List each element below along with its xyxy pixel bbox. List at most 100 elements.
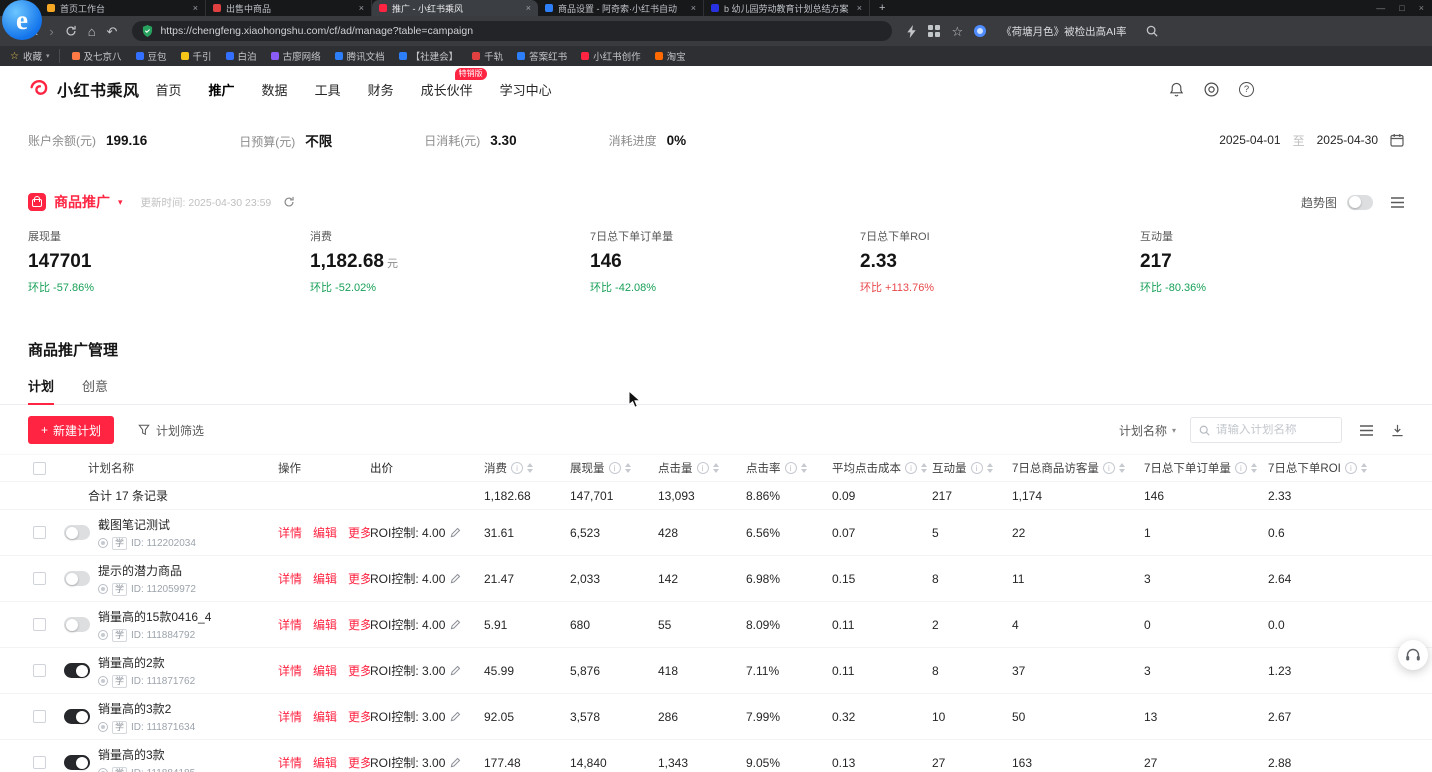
refresh-data-icon[interactable] [283,196,295,208]
search-field-selector[interactable]: 计划名称 ▾ [1119,422,1176,439]
browser-app-logo[interactable]: e [2,0,42,40]
extension-notice-text[interactable]: 《荷塘月色》被检出高AI率 [1001,24,1126,39]
bookmark-item[interactable]: 【社建会】 [392,49,466,63]
plan-status-toggle[interactable] [64,663,90,678]
notification-bell-icon[interactable] [1169,82,1184,97]
bookmark-item[interactable]: 答案红书 [510,49,574,63]
sort-icon[interactable] [1119,463,1125,473]
plan-name[interactable]: 销量高的3款 [98,746,195,763]
column-header[interactable]: 互动量 [932,460,1012,476]
chevron-down-icon[interactable]: ▾ [118,197,123,208]
plan-name[interactable]: 销量高的15款0416_4 [98,608,211,625]
undo-icon[interactable]: ↶ [107,25,118,38]
info-icon[interactable] [609,462,621,474]
detail-link[interactable]: 详情 [278,708,302,725]
row-checkbox[interactable] [33,618,46,631]
sort-icon[interactable] [625,463,631,473]
info-icon[interactable] [905,462,917,474]
row-checkbox[interactable] [33,572,46,585]
info-icon[interactable] [1235,462,1247,474]
lightning-icon[interactable] [907,25,917,38]
edit-link[interactable]: 编辑 [313,570,337,587]
info-icon[interactable] [511,462,523,474]
bookmark-item[interactable]: 及七京八 [65,49,129,63]
column-header[interactable]: 点击量 [658,460,746,476]
browser-profile-icon[interactable] [974,25,986,37]
more-link[interactable]: 更多 [348,616,370,633]
plan-search-input[interactable] [1216,424,1333,436]
column-header[interactable]: 7日总下单订单量 [1144,460,1268,476]
refresh-icon[interactable] [65,25,77,37]
apps-grid-icon[interactable] [928,25,940,37]
minimize-button[interactable]: — [1376,3,1385,13]
promo-type-selector[interactable]: 商品推广 [54,192,110,212]
detail-link[interactable]: 详情 [278,754,302,771]
more-link[interactable]: 更多 [348,754,370,771]
detail-link[interactable]: 详情 [278,524,302,541]
tab-creative[interactable]: 创意 [82,376,108,404]
nav-item[interactable]: 学习中心 [500,80,552,99]
home-icon[interactable]: ⌂ [88,25,96,38]
plan-name[interactable]: 销量高的2款 [98,654,195,671]
plan-search-box[interactable] [1190,417,1342,443]
bookmark-item[interactable]: 古廖网络 [264,49,328,63]
detail-link[interactable]: 详情 [278,662,302,679]
plan-status-toggle[interactable] [64,709,90,724]
column-header[interactable]: 7日总商品访客量 [1012,460,1144,476]
more-link[interactable]: 更多 [348,570,370,587]
detail-link[interactable]: 详情 [278,570,302,587]
new-plan-button[interactable]: + 新建计划 [28,416,114,444]
more-link[interactable]: 更多 [348,708,370,725]
sort-icon[interactable] [987,463,993,473]
trend-chart-toggle[interactable] [1347,195,1373,210]
nav-item[interactable]: 首页 [156,80,182,99]
edit-bid-icon[interactable] [450,711,461,722]
maximize-button[interactable]: □ [1399,3,1404,13]
column-header[interactable]: 点击率 [746,460,832,476]
favorites-folder[interactable]: ☆ 收藏 ▾ [10,49,60,63]
edit-bid-icon[interactable] [450,619,461,630]
new-tab-button[interactable]: + [870,0,894,16]
nav-item[interactable]: 财务 [368,80,394,99]
date-end[interactable]: 2025-04-30 [1317,133,1378,147]
tab-close-icon[interactable]: × [359,3,364,13]
forward-icon[interactable]: › [49,25,53,38]
bookmark-item[interactable]: 千引 [174,49,219,63]
plan-name[interactable]: 提示的潜力商品 [98,562,196,579]
browser-tab[interactable]: 出售中商品× [206,0,372,16]
metric-list-icon[interactable] [1391,197,1404,208]
sort-icon[interactable] [1251,463,1257,473]
column-settings-icon[interactable] [1360,425,1373,436]
bookmark-item[interactable]: 豆包 [129,49,174,63]
tab-close-icon[interactable]: × [691,3,696,13]
nav-item[interactable]: 数据 [262,80,288,99]
logo[interactable]: 小红书乘风 [28,77,140,101]
tab-plan[interactable]: 计划 [28,376,54,404]
search-icon[interactable] [1146,25,1158,37]
bookmark-item[interactable]: 小红书创作 [574,49,648,63]
customer-service-button[interactable] [1398,640,1428,670]
tab-close-icon[interactable]: × [857,3,862,13]
browser-tab[interactable]: 推广 - 小红书乘风× [372,0,538,16]
edit-link[interactable]: 编辑 [313,524,337,541]
row-checkbox[interactable] [33,756,46,769]
date-range-picker[interactable]: 2025-04-01 至 2025-04-30 [1219,132,1404,149]
bookmark-item[interactable]: 白泊 [219,49,264,63]
edit-bid-icon[interactable] [450,573,461,584]
plan-name[interactable]: 截图笔记测试 [98,516,196,533]
download-icon[interactable] [1391,424,1404,437]
sort-icon[interactable] [801,463,807,473]
row-checkbox[interactable] [33,710,46,723]
column-header[interactable]: 展现量 [570,460,658,476]
info-icon[interactable] [1345,462,1357,474]
detail-link[interactable]: 详情 [278,616,302,633]
sort-icon[interactable] [713,463,719,473]
info-icon[interactable] [971,462,983,474]
close-window-button[interactable]: × [1419,3,1424,13]
plan-name[interactable]: 销量高的3款2 [98,700,195,717]
nav-item[interactable]: 推广 [209,80,235,99]
help-icon[interactable] [1239,82,1254,97]
address-bar[interactable]: https://chengfeng.xiaohongshu.com/cf/ad/… [132,21,892,41]
sort-icon[interactable] [527,463,533,473]
bookmark-item[interactable]: 腾讯文档 [328,49,392,63]
